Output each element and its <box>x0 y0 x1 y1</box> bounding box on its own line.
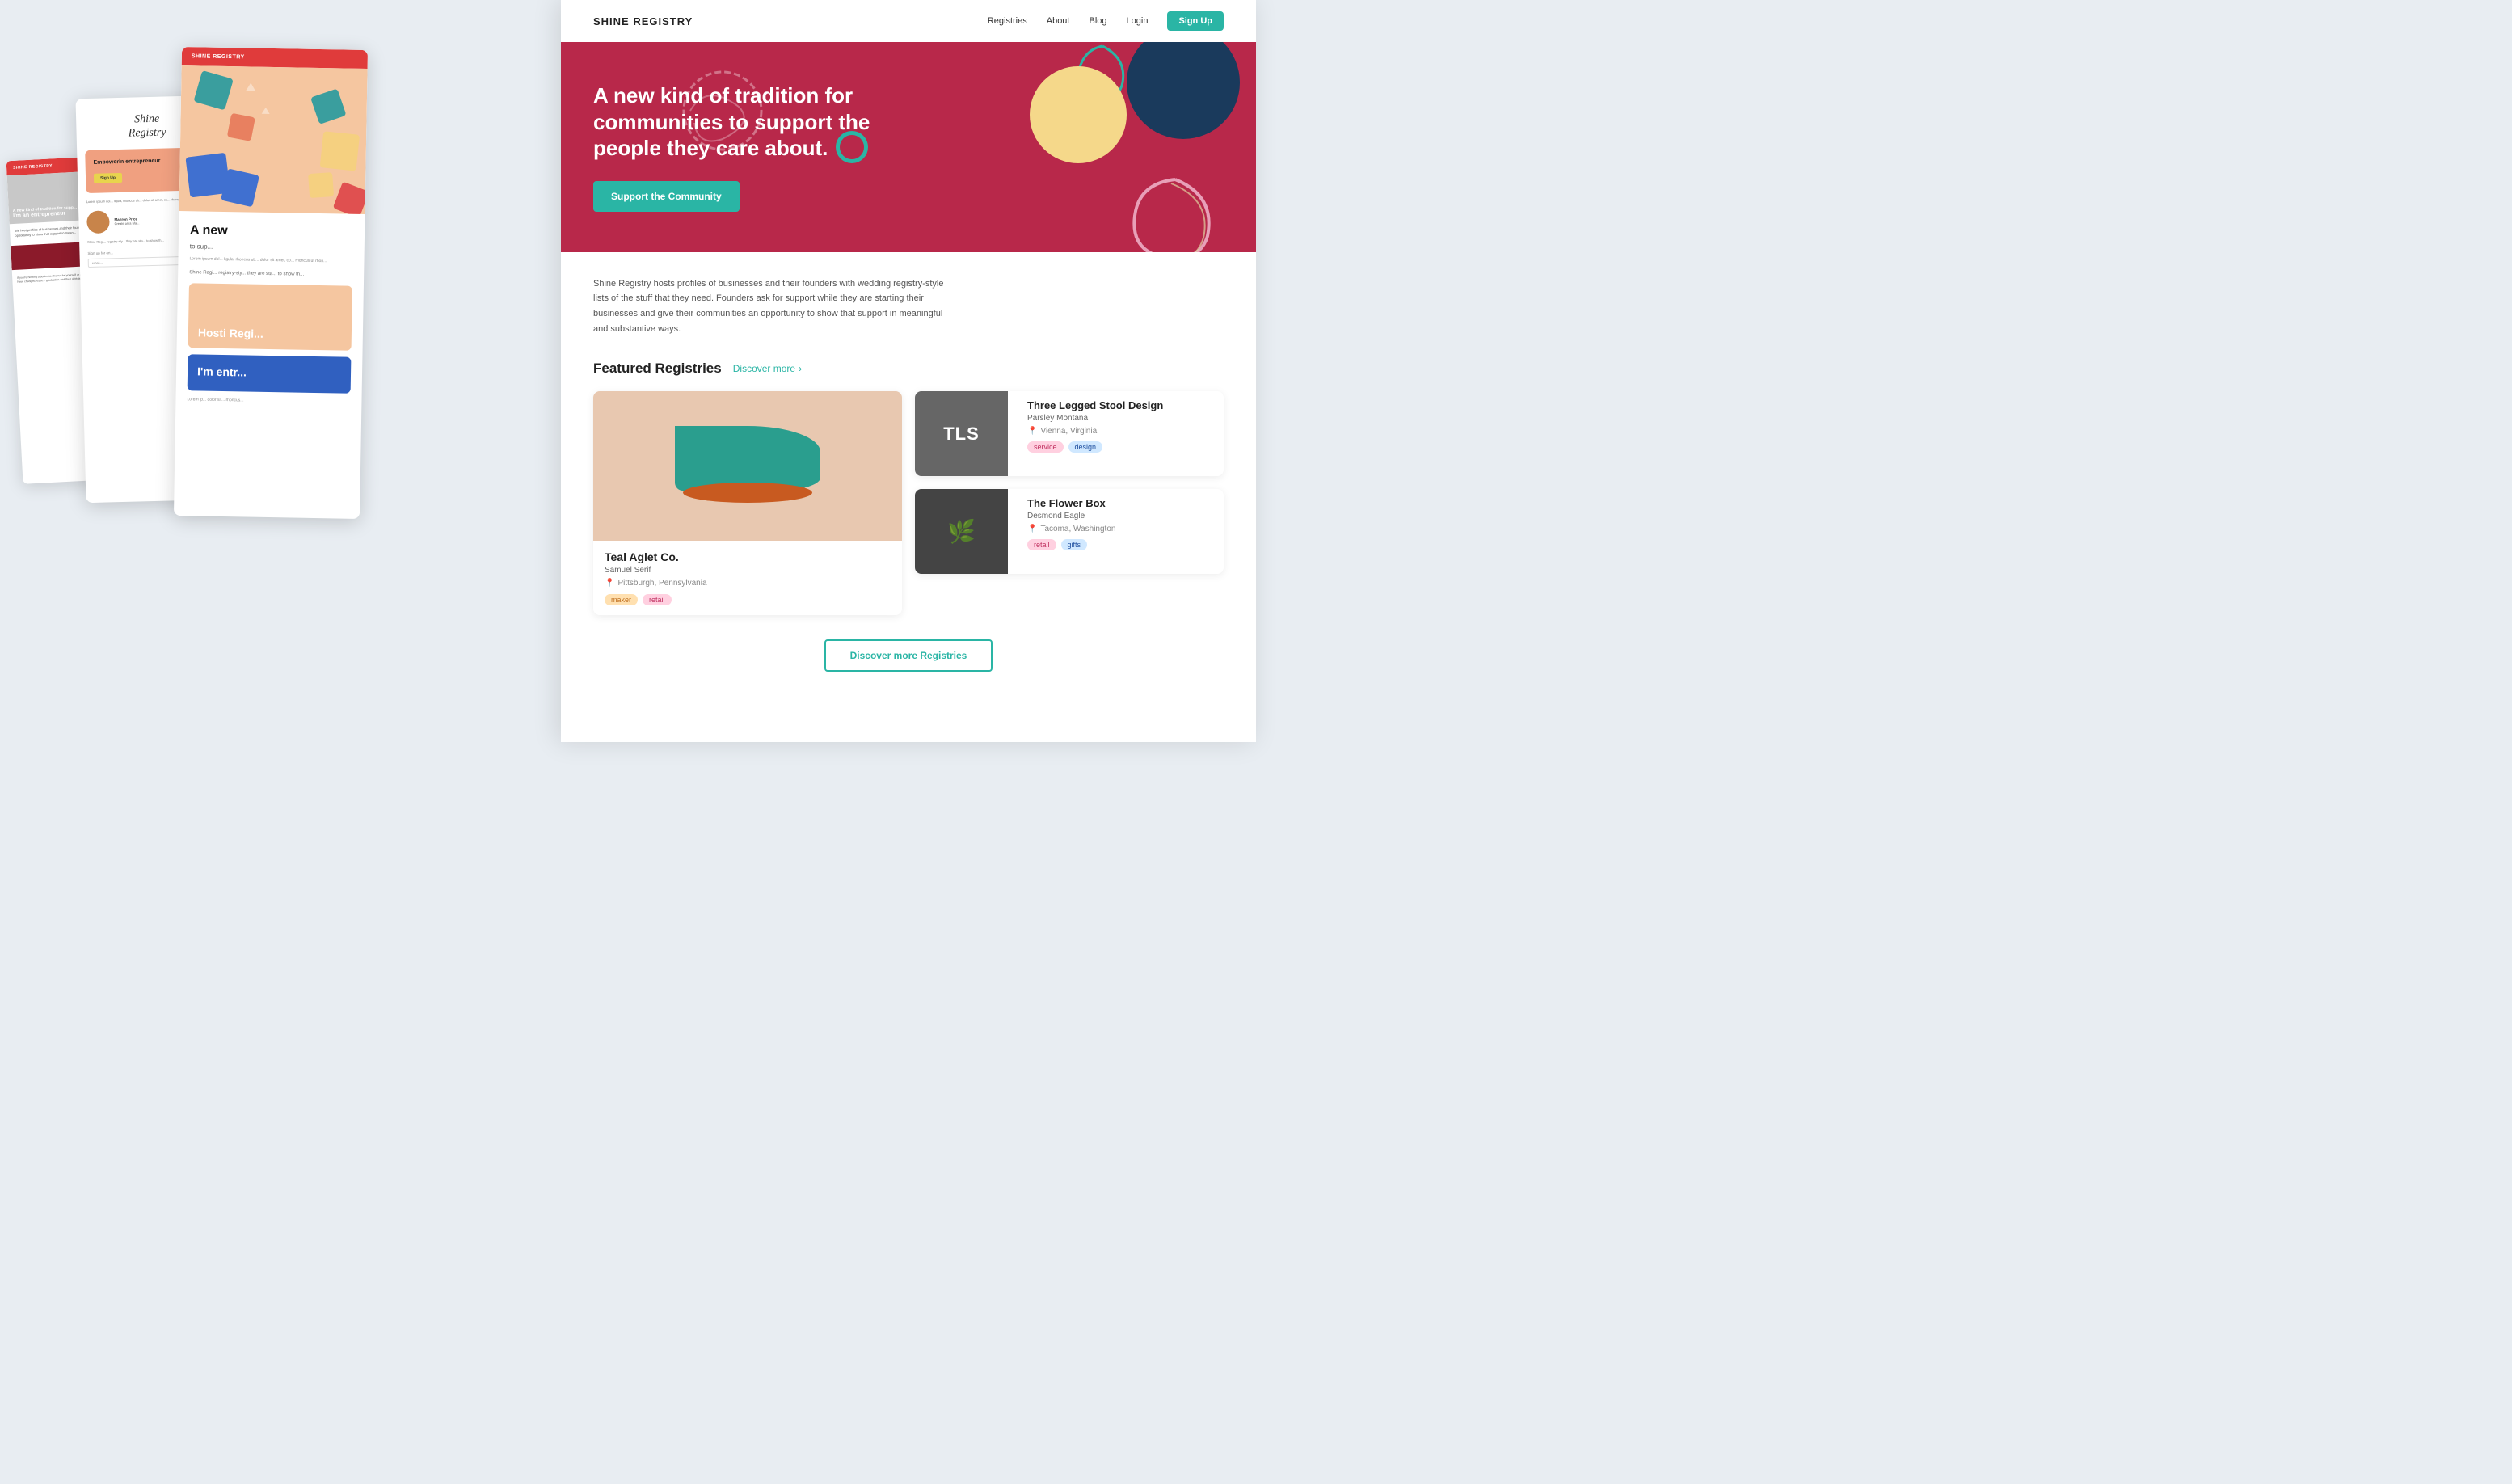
hero-section: A new kind of tradition for communities … <box>561 42 1256 252</box>
tag-service: service <box>1027 441 1064 453</box>
flower-box-image: 🌿 <box>915 489 1008 574</box>
hero-pink-scribble <box>1127 171 1224 252</box>
flower-box-tags: retail gifts <box>1027 539 1216 550</box>
teal-aglet-tags: maker retail <box>605 594 891 605</box>
location-pin-icon: 📍 <box>605 579 614 588</box>
shape-yellow-2 <box>308 172 334 198</box>
hero-teal-scribble <box>1070 42 1135 107</box>
card-shapes-blue-block: I'm entr... <box>188 354 352 394</box>
flower-box-location: 📍 Tacoma, Washington <box>1027 525 1216 533</box>
nav-link-about[interactable]: About <box>1047 16 1070 26</box>
shape-teal-1 <box>193 70 233 110</box>
description-section: Shine Registry hosts profiles of busines… <box>561 252 1256 361</box>
shoe-visual <box>667 418 828 515</box>
shoe-sole <box>683 483 812 503</box>
teal-aglet-location: 📍 Pittsburgh, Pennsylvania <box>605 579 891 588</box>
teal-aglet-owner: Samuel Serif <box>605 566 891 575</box>
card-shapes: SHINE REGISTRY A new to sup... Lorem ips… <box>174 47 368 519</box>
navbar: SHINE REGISTRY Registries About Blog Log… <box>561 0 1256 42</box>
hero-content: A new kind of tradition for communities … <box>593 82 933 212</box>
nav-link-registries[interactable]: Registries <box>988 16 1027 26</box>
tls-logo-text: TLS <box>943 424 980 445</box>
registry-card-tls[interactable]: TLS Three Legged Stool Design Parsley Mo… <box>915 391 1224 476</box>
teal-aglet-info: Teal Aglet Co. Samuel Serif 📍 Pittsburgh… <box>593 541 902 615</box>
nav-signup-button[interactable]: Sign Up <box>1167 11 1224 31</box>
nav-link-login[interactable]: Login <box>1127 16 1149 26</box>
card-shapes-hosting-title: Hosti Regi... <box>198 326 263 340</box>
card-shapes-salmon-block: Hosti Regi... <box>188 283 352 351</box>
tri-1 <box>246 82 255 91</box>
discover-more-button[interactable]: Discover more Registries <box>824 639 993 672</box>
nav-brand: SHINE REGISTRY <box>593 15 988 27</box>
flower-worker-icon: 🌿 <box>947 518 976 545</box>
card-script-signup-btn[interactable]: Sign Up <box>94 173 122 183</box>
flower-box-name: The Flower Box <box>1027 497 1216 510</box>
tag-maker: maker <box>605 594 638 605</box>
tls-tags: service design <box>1027 441 1216 453</box>
nav-links: Registries About Blog Login Sign Up <box>988 11 1224 31</box>
flower-box-info: The Flower Box Desmond Eagle 📍 Tacoma, W… <box>1019 489 1224 574</box>
tls-location-pin-icon: 📍 <box>1027 427 1037 436</box>
background-cards: SHINE REGISTRY A new kind of tradition f… <box>0 0 525 742</box>
teal-aglet-name: Teal Aglet Co. <box>605 550 891 563</box>
registry-card-flower-box[interactable]: 🌿 The Flower Box Desmond Eagle 📍 Tacoma,… <box>915 489 1224 574</box>
main-panel: SHINE REGISTRY Registries About Blog Log… <box>561 0 1256 742</box>
registry-cards-right: TLS Three Legged Stool Design Parsley Mo… <box>915 391 1224 615</box>
registry-grid: Teal Aglet Co. Samuel Serif 📍 Pittsburgh… <box>593 391 1224 615</box>
discover-btn-wrap: Discover more Registries <box>561 639 1256 688</box>
tag-retail-2: retail <box>1027 539 1056 550</box>
tls-info: Three Legged Stool Design Parsley Montan… <box>1019 391 1224 476</box>
tls-location: 📍 Vienna, Virginia <box>1027 427 1216 436</box>
chevron-right-icon: › <box>799 363 802 374</box>
card-script-person-info: Create on a Ma... <box>114 221 139 226</box>
tls-image: TLS <box>915 391 1008 476</box>
hero-cta-button[interactable]: Support the Community <box>593 181 740 212</box>
tri-2 <box>262 108 270 114</box>
tls-name: Three Legged Stool Design <box>1027 399 1216 412</box>
tag-retail: retail <box>643 594 672 605</box>
description-text: Shine Registry hosts profiles of busines… <box>593 276 949 337</box>
card-shapes-top <box>179 65 368 214</box>
shoe-body <box>675 426 820 491</box>
tls-owner: Parsley Montana <box>1027 414 1216 423</box>
shape-salmon-1 <box>227 113 255 141</box>
card-script-avatar <box>86 210 110 234</box>
card-shapes-bottom-title: I'm entr... <box>197 366 247 379</box>
hero-title: A new kind of tradition for communities … <box>593 82 933 162</box>
flower-box-pin-icon: 📍 <box>1027 525 1037 533</box>
tag-gifts: gifts <box>1061 539 1088 550</box>
shape-yellow-1 <box>320 131 360 171</box>
shape-blue-2 <box>221 168 259 207</box>
card-shapes-bottom-lorem: Lorem ip... dolor sit... rhoncus... <box>175 390 361 413</box>
shape-red-1 <box>333 182 368 214</box>
card-mobile-hero-text: A new kind of tradition for supp... I'm … <box>13 204 78 220</box>
card-shapes-body: Shine Regi... registry-sty... they are s… <box>178 263 364 286</box>
teal-aglet-image <box>593 391 902 541</box>
tag-design: design <box>1068 441 1103 453</box>
featured-section: Featured Registries Discover more › Teal… <box>561 360 1256 639</box>
hero-navy-circle <box>1127 42 1240 139</box>
registry-card-teal-aglet[interactable]: Teal Aglet Co. Samuel Serif 📍 Pittsburgh… <box>593 391 902 615</box>
flower-box-owner: Desmond Eagle <box>1027 512 1216 521</box>
nav-link-blog[interactable]: Blog <box>1089 16 1106 26</box>
featured-title: Featured Registries <box>593 360 722 377</box>
hero-yellow-circle <box>1030 66 1127 163</box>
card-shapes-title: A new <box>179 211 365 246</box>
shape-teal-2 <box>310 88 346 124</box>
featured-discover-link[interactable]: Discover more › <box>733 363 802 374</box>
featured-header: Featured Registries Discover more › <box>593 360 1224 377</box>
